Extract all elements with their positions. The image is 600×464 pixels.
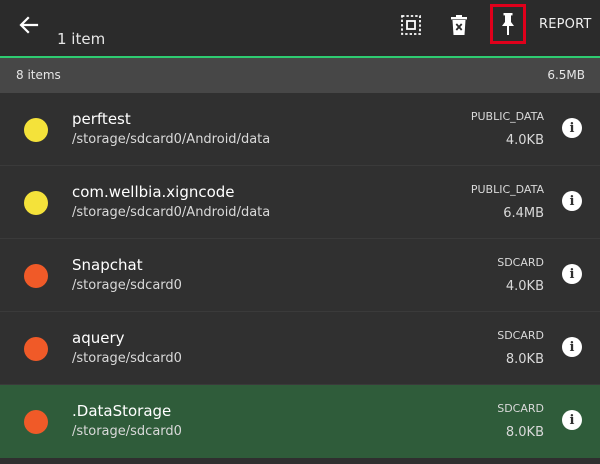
- item-location: PUBLIC_DATA: [470, 183, 544, 196]
- info-icon[interactable]: i: [562, 191, 582, 211]
- item-name: com.wellbia.xigncode: [72, 183, 235, 201]
- item-count: 8 items: [16, 68, 61, 82]
- status-dot: [24, 264, 48, 288]
- selection-count-title: 1 item: [57, 30, 106, 48]
- item-name: Snapchat: [72, 256, 143, 274]
- list-item[interactable]: perftest /storage/sdcard0/Android/data P…: [0, 93, 600, 166]
- report-button[interactable]: REPORT: [539, 17, 592, 32]
- item-size: 6.4MB: [503, 206, 544, 221]
- delete-icon[interactable]: [442, 10, 476, 40]
- item-name: aquery: [72, 329, 125, 347]
- list-item[interactable]: aquery /storage/sdcard0 SDCARD 8.0KB i: [0, 312, 600, 385]
- item-location: SDCARD: [497, 329, 544, 342]
- list-item[interactable]: .DataStorage /storage/sdcard0 SDCARD 8.0…: [0, 385, 600, 458]
- status-dot: [24, 191, 48, 215]
- total-size: 6.5MB: [547, 68, 585, 82]
- info-icon[interactable]: i: [562, 264, 582, 284]
- info-icon[interactable]: i: [562, 118, 582, 138]
- pin-icon[interactable]: [490, 4, 526, 44]
- status-dot: [24, 337, 48, 361]
- info-icon[interactable]: i: [562, 410, 582, 430]
- item-location: SDCARD: [497, 402, 544, 415]
- item-path: /storage/sdcard0: [72, 278, 182, 293]
- item-size: 8.0KB: [505, 352, 544, 367]
- item-path: /storage/sdcard0/Android/data: [72, 205, 271, 220]
- status-dot: [24, 410, 48, 434]
- select-all-icon[interactable]: [394, 10, 428, 40]
- item-path: /storage/sdcard0/Android/data: [72, 132, 271, 147]
- item-location: PUBLIC_DATA: [470, 110, 544, 123]
- info-icon[interactable]: i: [562, 337, 582, 357]
- status-dot: [24, 118, 48, 142]
- item-size: 4.0KB: [505, 133, 544, 148]
- app-bar: 1 item REPORT: [0, 0, 600, 56]
- item-location: SDCARD: [497, 256, 544, 269]
- item-size: 4.0KB: [505, 279, 544, 294]
- item-size: 8.0KB: [505, 425, 544, 440]
- summary-bar: 8 items 6.5MB: [0, 58, 600, 93]
- item-path: /storage/sdcard0: [72, 351, 182, 366]
- item-path: /storage/sdcard0: [72, 424, 182, 439]
- back-arrow-icon[interactable]: [14, 10, 44, 40]
- list-item[interactable]: Snapchat /storage/sdcard0 SDCARD 4.0KB i: [0, 239, 600, 312]
- item-name: perftest: [72, 110, 131, 128]
- item-name: .DataStorage: [72, 402, 172, 420]
- list-item[interactable]: com.wellbia.xigncode /storage/sdcard0/An…: [0, 166, 600, 239]
